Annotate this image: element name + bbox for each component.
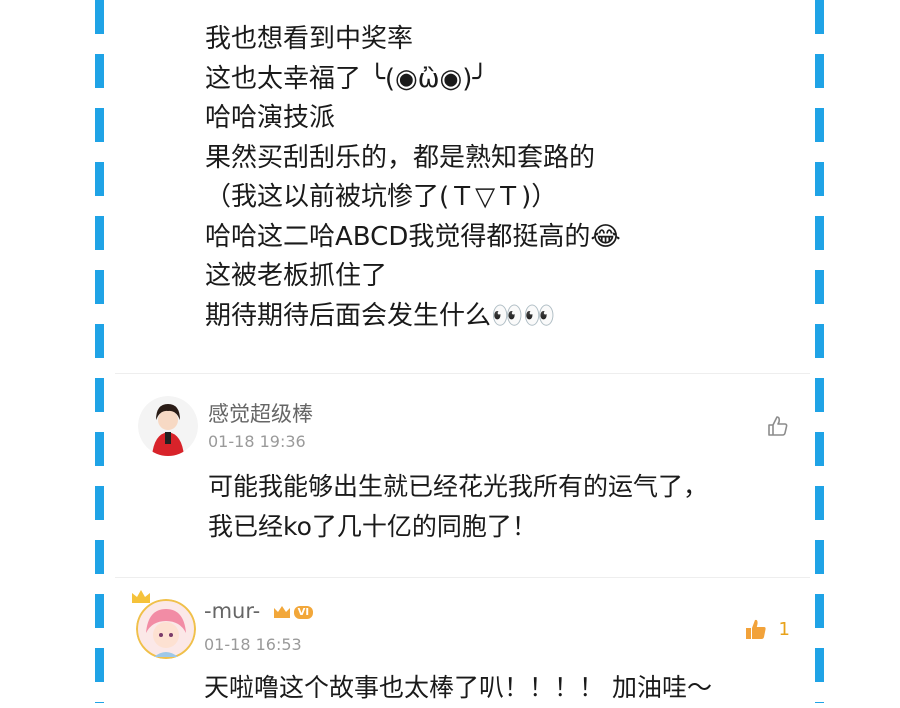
avatar[interactable] [138,396,198,456]
previous-comment-text: 我也想看到中奖率 这也太幸福了 ╰(◉ὢ◉)╯ 哈哈演技派 果然买刮刮乐的，都是… [205,0,621,336]
thumbs-up-icon [768,416,788,436]
comment-nickname[interactable]: -mur- VI [204,599,314,623]
post-line: 哈哈这二哈ABCD我觉得都挺高的😂 [205,221,621,252]
comment-item: -mur- VI 01-18 16:53 1 天啦噜这个故事也太棒了叭！！！！ … [130,590,810,708]
vip-level-badge: VI [293,605,314,619]
comment-body-line: 可能我能够出生就已经花光我所有的运气了， [208,472,709,501]
left-dashed-border [95,0,104,703]
comment-time: 01-18 19:36 [208,432,306,451]
comment-body: 可能我能够出生就已经花光我所有的运气了， 我已经ko了几十亿的同胞了！ [208,467,708,547]
post-line: 果然买刮刮乐的，都是熟知套路的 [205,142,596,173]
crown-icon [132,590,150,603]
post-line: 期待期待后面会发生什么👀👀 [205,300,556,331]
comment-body-line: 天啦噜这个故事也太棒了叭！！！！ 加油哇～ [204,673,712,702]
comment-time: 01-18 16:53 [204,635,302,654]
vip-crown-icon [273,606,290,618]
post-line: （我这以前被坑惨了(Ｔ▽Ｔ)） [205,182,558,212]
comment-item: 感觉超级棒 01-18 19:36 可能我能够出生就已经花光我所有的运气了， 我… [130,392,810,562]
divider [115,577,810,578]
comment-body-line: 我已经ko了几十亿的同胞了！ [208,512,537,541]
post-line: 这也太幸福了 ╰(◉ὢ◉)╯ [205,63,489,94]
like-button[interactable] [766,414,790,438]
like-count: 1 [778,618,790,640]
post-line: 这被老板抓住了 [205,261,388,291]
comment-body: 天啦噜这个故事也太棒了叭！！！！ 加油哇～ [204,668,712,708]
comment-nickname[interactable]: 感觉超级棒 [208,398,313,428]
nickname-text[interactable]: -mur- [204,599,260,623]
thumbs-up-icon [745,619,766,639]
post-line: 我也想看到中奖率 [205,24,414,54]
divider [115,373,810,374]
avatar[interactable] [136,599,196,659]
like-button[interactable]: 1 [743,617,790,641]
post-line: 哈哈演技派 [205,103,336,133]
right-dashed-border [815,0,824,703]
